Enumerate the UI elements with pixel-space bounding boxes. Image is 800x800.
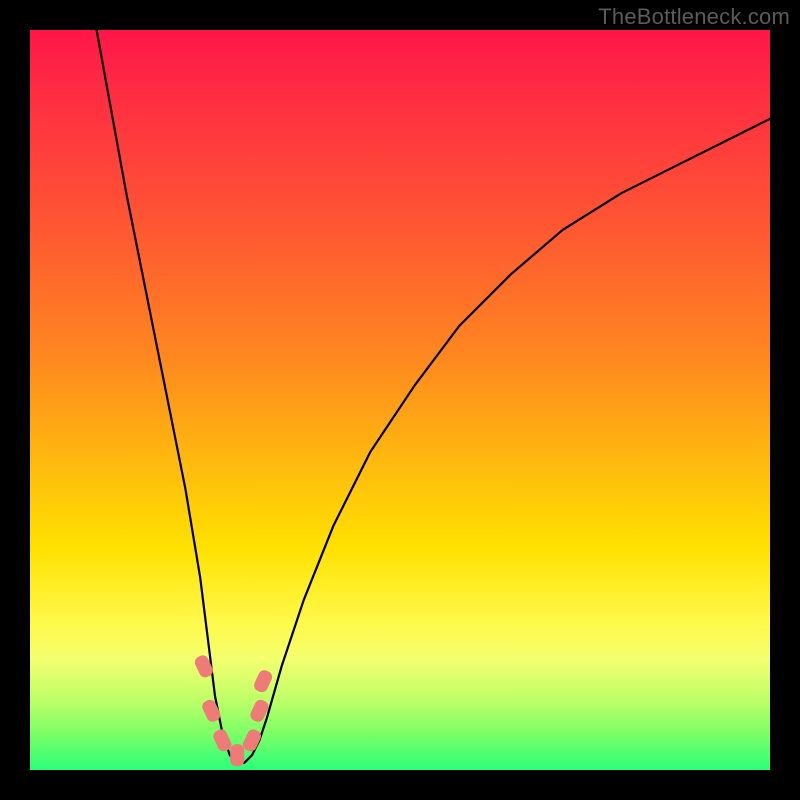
bottleneck-curve bbox=[97, 30, 770, 763]
min-marker bbox=[230, 744, 244, 766]
min-marker bbox=[211, 727, 233, 753]
attribution-text: TheBottleneck.com bbox=[598, 4, 790, 30]
min-marker bbox=[252, 668, 274, 694]
marker-group bbox=[193, 653, 274, 766]
plot-area bbox=[30, 30, 770, 770]
chart-frame: TheBottleneck.com bbox=[0, 0, 800, 800]
curve-group bbox=[97, 30, 770, 763]
min-marker bbox=[241, 727, 263, 753]
curve-svg bbox=[30, 30, 770, 770]
